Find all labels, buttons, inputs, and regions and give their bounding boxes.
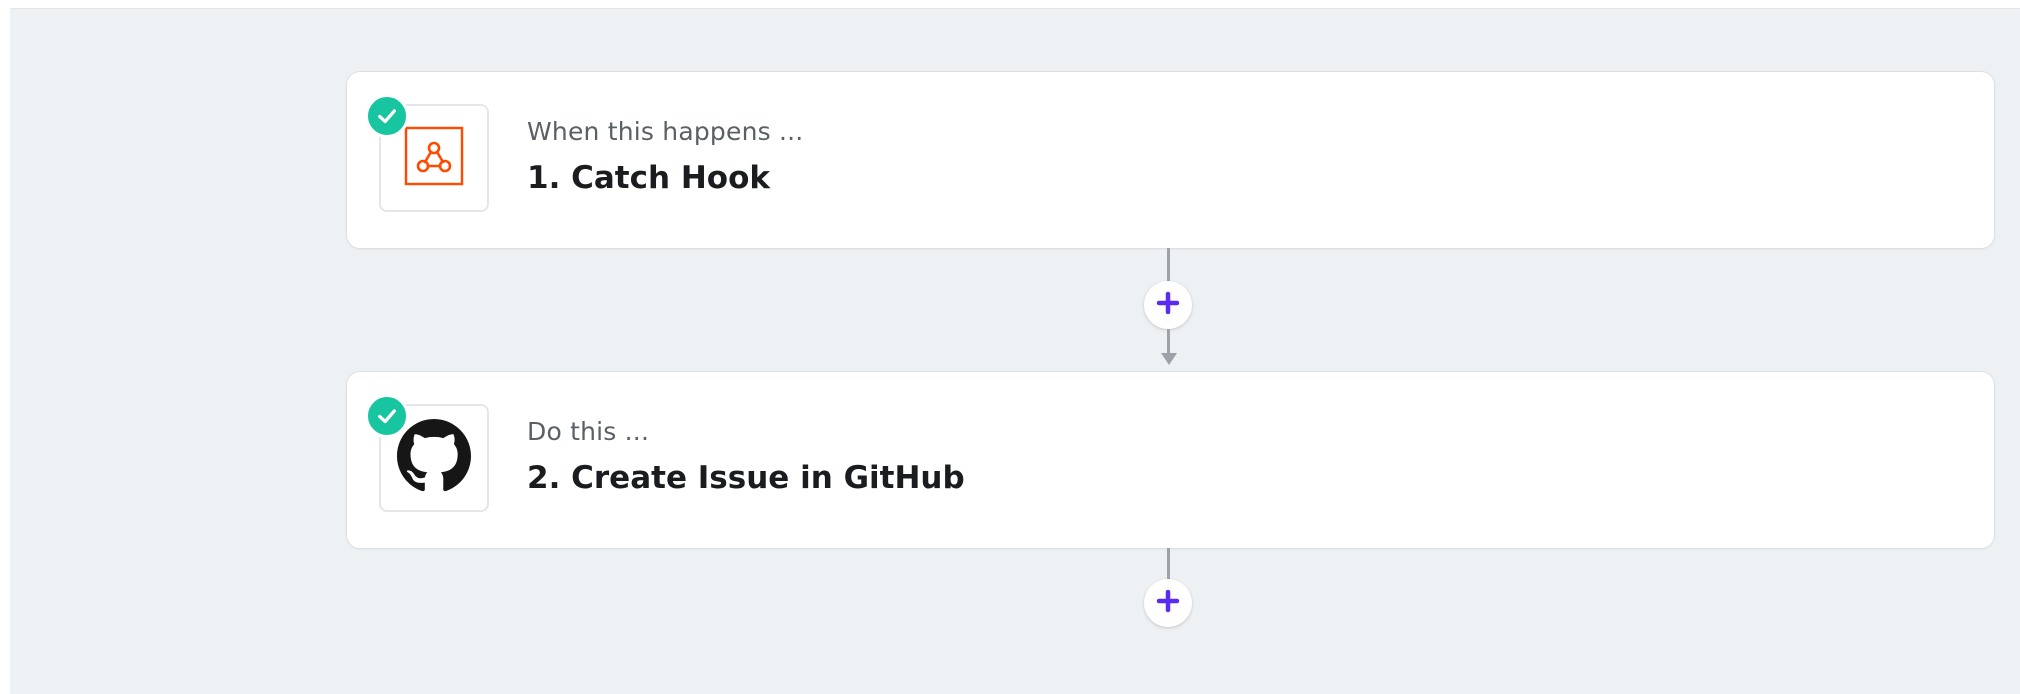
connector-line <box>1167 329 1170 355</box>
zap-editor-canvas: When this happens ... 1. Catch Hook Do t… <box>10 8 2020 694</box>
check-icon <box>365 394 409 438</box>
webhook-icon <box>404 126 464 190</box>
connector-line <box>1167 548 1170 580</box>
step-card-create-issue[interactable]: Do this ... 2. Create Issue in GitHub <box>346 371 1995 549</box>
plus-icon <box>1156 589 1180 617</box>
plus-icon <box>1156 291 1180 319</box>
github-icon <box>397 419 471 497</box>
connector-line <box>1167 248 1170 281</box>
arrow-down-icon <box>1161 353 1177 365</box>
step-text: Do this ... 2. Create Issue in GitHub <box>527 416 965 498</box>
step-card-catch-hook[interactable]: When this happens ... 1. Catch Hook <box>346 71 1995 249</box>
step-title: 1. Catch Hook <box>527 160 771 196</box>
step-subtitle: Do this ... <box>527 417 650 446</box>
step-text: When this happens ... 1. Catch Hook <box>527 116 803 198</box>
step-title: 2. Create Issue in GitHub <box>527 460 965 496</box>
check-icon <box>365 94 409 138</box>
add-step-button[interactable] <box>1144 281 1192 329</box>
step-subtitle: When this happens ... <box>527 117 804 146</box>
add-step-button[interactable] <box>1144 579 1192 627</box>
